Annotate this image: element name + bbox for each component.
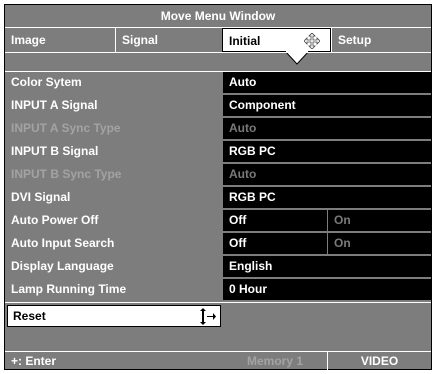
reset-button[interactable]: Reset bbox=[7, 305, 221, 327]
reset-label: Reset bbox=[13, 309, 46, 323]
setting-row-dvi-signal[interactable]: DVI Signal RGB PC bbox=[5, 187, 431, 208]
setting-row-auto-power-off[interactable]: Auto Power Off Off On bbox=[5, 210, 431, 231]
setting-value-off[interactable]: Off bbox=[223, 210, 327, 231]
setting-label: Auto Input Search bbox=[11, 236, 115, 250]
setting-row-input-b-sync-type: INPUT B Sync Type Auto bbox=[5, 164, 431, 185]
tab-setup-label: Setup bbox=[338, 33, 372, 47]
divider bbox=[5, 52, 431, 53]
tab-initial[interactable]: Initial bbox=[222, 28, 331, 52]
setting-label: INPUT B Sync Type bbox=[11, 167, 122, 181]
setting-value: 0 Hour bbox=[223, 279, 431, 300]
window-title: Move Menu Window bbox=[5, 5, 431, 28]
setting-value[interactable]: RGB PC bbox=[223, 187, 431, 208]
setting-label: INPUT A Sync Type bbox=[11, 121, 121, 135]
setting-value-on[interactable]: On bbox=[328, 210, 431, 231]
tab-setup[interactable]: Setup bbox=[332, 28, 431, 52]
setting-value[interactable]: Component bbox=[223, 95, 431, 116]
setting-row-auto-input-search[interactable]: Auto Input Search Off On bbox=[5, 233, 431, 254]
tab-initial-label: Initial bbox=[229, 34, 261, 48]
setting-row-input-b-signal[interactable]: INPUT B Signal RGB PC bbox=[5, 141, 431, 162]
setting-row-lamp-running-time: Lamp Running Time 0 Hour bbox=[5, 279, 431, 300]
setting-value[interactable]: Auto bbox=[223, 72, 431, 93]
move-arrows-icon bbox=[304, 33, 320, 49]
setting-row-color-system[interactable]: Color Sytem Auto bbox=[5, 72, 431, 93]
setting-label: INPUT A Signal bbox=[11, 98, 98, 112]
move-menu-window: Move Menu Window Image Signal Initial Se… bbox=[4, 4, 432, 371]
setting-label: Auto Power Off bbox=[11, 213, 99, 227]
tab-image-label: Image bbox=[11, 33, 46, 47]
setting-value: Auto bbox=[223, 118, 431, 139]
setting-value[interactable]: RGB PC bbox=[223, 141, 431, 162]
tab-divider bbox=[331, 28, 332, 52]
setting-label: INPUT B Signal bbox=[11, 144, 99, 158]
setting-label: Lamp Running Time bbox=[11, 282, 127, 296]
setting-value[interactable]: English bbox=[223, 256, 431, 277]
setting-value-off[interactable]: Off bbox=[223, 233, 327, 254]
setting-label: DVI Signal bbox=[11, 190, 71, 204]
memory-indicator: Memory 1 bbox=[246, 354, 304, 368]
setting-value: Auto bbox=[223, 164, 431, 185]
setting-value-on[interactable]: On bbox=[328, 233, 431, 254]
caret-down-icon bbox=[285, 51, 309, 65]
tab-signal[interactable]: Signal bbox=[116, 28, 222, 52]
setting-row-display-language[interactable]: Display Language English bbox=[5, 256, 431, 277]
up-down-arrow-icon bbox=[200, 308, 216, 325]
divider bbox=[5, 302, 431, 303]
enter-hint: +: Enter bbox=[11, 354, 57, 368]
tab-signal-label: Signal bbox=[122, 33, 159, 47]
tab-image[interactable]: Image bbox=[5, 28, 115, 52]
setting-label: Display Language bbox=[11, 259, 114, 273]
input-indicator: VIDEO bbox=[360, 354, 399, 368]
setting-row-input-a-sync-type: INPUT A Sync Type Auto bbox=[5, 118, 431, 139]
setting-label: Color Sytem bbox=[11, 75, 82, 89]
setting-row-input-a-signal[interactable]: INPUT A Signal Component bbox=[5, 95, 431, 116]
